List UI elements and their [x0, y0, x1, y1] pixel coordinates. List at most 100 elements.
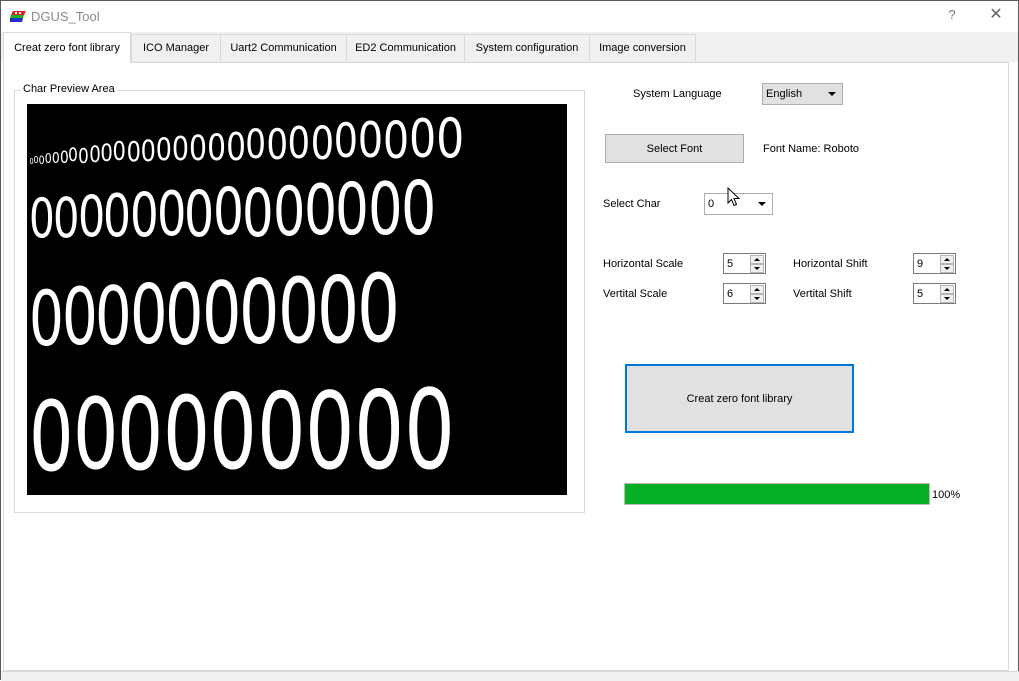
tab-image-conversion[interactable]: Image conversion — [589, 34, 696, 62]
preview-row-1: 000000000000000000000000000 — [29, 112, 464, 170]
mouse-cursor-icon — [727, 187, 741, 207]
font-name-label: Font Name: Roboto — [763, 143, 859, 155]
spin-down-icon[interactable] — [940, 264, 954, 273]
chevron-down-icon — [758, 202, 766, 206]
preview-char: 0 — [61, 273, 98, 363]
preview-char: 0 — [225, 124, 246, 169]
progress-bar — [624, 483, 930, 505]
select-char-value: 0 — [708, 198, 715, 210]
help-button[interactable]: ? — [945, 7, 959, 25]
preview-char: 0 — [29, 274, 64, 363]
preview-char: 0 — [126, 135, 141, 168]
preview-char: 0 — [129, 180, 159, 251]
preview-char: 0 — [436, 107, 465, 170]
preview-char: 0 — [77, 183, 106, 250]
preview-char: 0 — [209, 373, 258, 493]
system-language-value: English — [766, 88, 803, 100]
preview-char: 0 — [335, 168, 370, 252]
preview-char: 0 — [333, 114, 359, 170]
preview-char: 0 — [188, 128, 207, 169]
horizontal-shift-spinbox[interactable]: 9 — [913, 253, 956, 274]
preview-char: 0 — [409, 109, 437, 170]
spin-down-icon[interactable] — [940, 294, 954, 303]
preview-char: 0 — [277, 259, 319, 364]
preview-char: 0 — [156, 178, 187, 251]
preview-char: 0 — [171, 130, 190, 169]
preview-char: 0 — [129, 268, 168, 363]
select-font-button[interactable]: Select Font — [605, 134, 744, 163]
preview-char: 0 — [53, 185, 80, 251]
spin-down-icon[interactable] — [750, 264, 764, 273]
preview-char: 0 — [155, 132, 172, 168]
preview-char: 0 — [29, 381, 74, 493]
preview-char: 0 — [95, 270, 132, 363]
char-preview-canvas: 000000000000000000000000000 000000000000… — [27, 104, 567, 495]
tab-ico-manager[interactable]: ICO Manager — [131, 34, 221, 62]
system-language-select[interactable]: English — [762, 83, 843, 105]
horizontal-scale-spinbox[interactable]: 5 — [723, 253, 766, 274]
char-preview-group-label: Char Preview Area — [21, 83, 117, 95]
preview-char: 0 — [51, 148, 60, 167]
preview-char: 0 — [184, 176, 215, 251]
preview-char: 0 — [357, 255, 401, 364]
preview-char: 0 — [78, 143, 89, 168]
preview-char: 0 — [165, 266, 204, 364]
tab-ed2-communication[interactable]: ED2 Communication — [346, 34, 465, 62]
preview-char: 0 — [400, 166, 437, 252]
preview-char: 0 — [206, 125, 226, 169]
preview-char: 0 — [266, 120, 288, 170]
preview-char: 0 — [317, 257, 360, 364]
vertical-shift-label: Vertital Shift — [793, 288, 852, 300]
vertical-scale-label: Vertital Scale — [603, 288, 668, 300]
spin-up-icon[interactable] — [940, 255, 954, 264]
preview-char: 0 — [239, 261, 280, 364]
dgus-logo-icon — [10, 11, 26, 22]
preview-char: 0 — [403, 366, 455, 494]
app-window: DGUS_Tool ? ✕ Creat zero font library IC… — [0, 0, 1019, 681]
preview-row-2: 00000000000000 — [29, 166, 437, 252]
preview-char: 0 — [383, 110, 410, 170]
preview-char: 0 — [287, 118, 311, 169]
horizontal-scale-value: 5 — [727, 258, 734, 270]
system-language-label: System Language — [633, 88, 722, 100]
preview-char: 0 — [367, 167, 403, 252]
vertical-shift-value: 5 — [917, 288, 924, 300]
preview-row-4: 000000000 — [29, 366, 455, 494]
preview-char: 0 — [100, 139, 113, 168]
preview-char: 0 — [310, 116, 334, 170]
preview-char: 0 — [304, 369, 355, 494]
preview-char: 0 — [68, 145, 79, 167]
spin-down-icon[interactable] — [750, 294, 764, 303]
preview-char: 0 — [353, 366, 405, 494]
select-char-label: Select Char — [603, 198, 661, 210]
progress-fill — [625, 484, 929, 504]
tab-uart2-communication[interactable]: Uart2 Communication — [220, 34, 347, 62]
spin-up-icon[interactable] — [750, 285, 764, 294]
vertical-shift-spinbox[interactable]: 5 — [913, 283, 956, 304]
preview-char: 0 — [213, 175, 245, 251]
window-title: DGUS_Tool — [31, 9, 100, 24]
preview-char: 0 — [72, 378, 119, 493]
tab-system-configuration[interactable]: System configuration — [464, 34, 590, 62]
preview-char: 0 — [201, 264, 242, 364]
horizontal-shift-value: 9 — [917, 258, 924, 270]
preview-char: 0 — [163, 374, 211, 493]
vertical-scale-spinbox[interactable]: 6 — [723, 283, 766, 304]
preview-char: 0 — [245, 122, 267, 169]
vertical-scale-value: 6 — [727, 288, 734, 300]
tab-creat-zero-font-library[interactable]: Creat zero font library — [3, 32, 131, 63]
title-bar: DGUS_Tool ? ✕ — [1, 1, 1018, 32]
spin-up-icon[interactable] — [940, 285, 954, 294]
preview-char: 0 — [88, 141, 101, 168]
horizontal-shift-label: Horizontal Shift — [793, 258, 868, 270]
progress-text: 100% — [932, 489, 961, 501]
preview-char: 0 — [242, 173, 275, 252]
preview-char: 0 — [112, 137, 127, 168]
spin-up-icon[interactable] — [750, 255, 764, 264]
preview-char: 0 — [29, 187, 55, 250]
preview-row-3: 0000000000 — [29, 259, 400, 364]
close-button[interactable]: ✕ — [986, 5, 1006, 25]
create-zero-font-library-button[interactable]: Creat zero font library — [625, 364, 854, 433]
preview-char: 0 — [117, 377, 164, 493]
preview-char: 0 — [303, 170, 337, 251]
